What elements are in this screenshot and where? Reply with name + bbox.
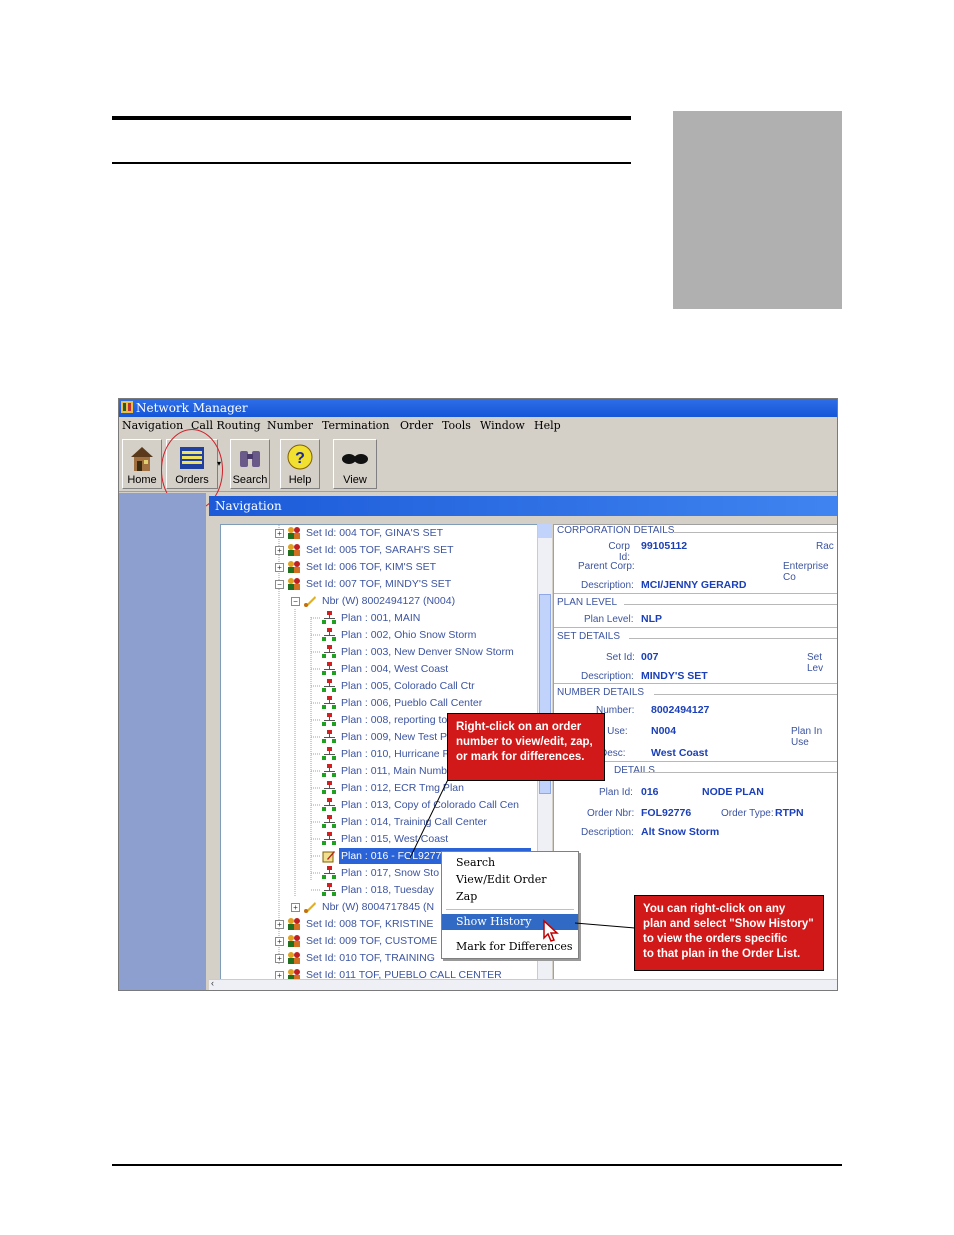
- callout-right-click-order: Right-click on an order number to view/e…: [447, 713, 605, 781]
- callout-arrows: [409, 764, 636, 942]
- mouse-cursor-icon: [543, 919, 559, 942]
- callout-show-history: You can right-click on any plan and sele…: [634, 895, 824, 971]
